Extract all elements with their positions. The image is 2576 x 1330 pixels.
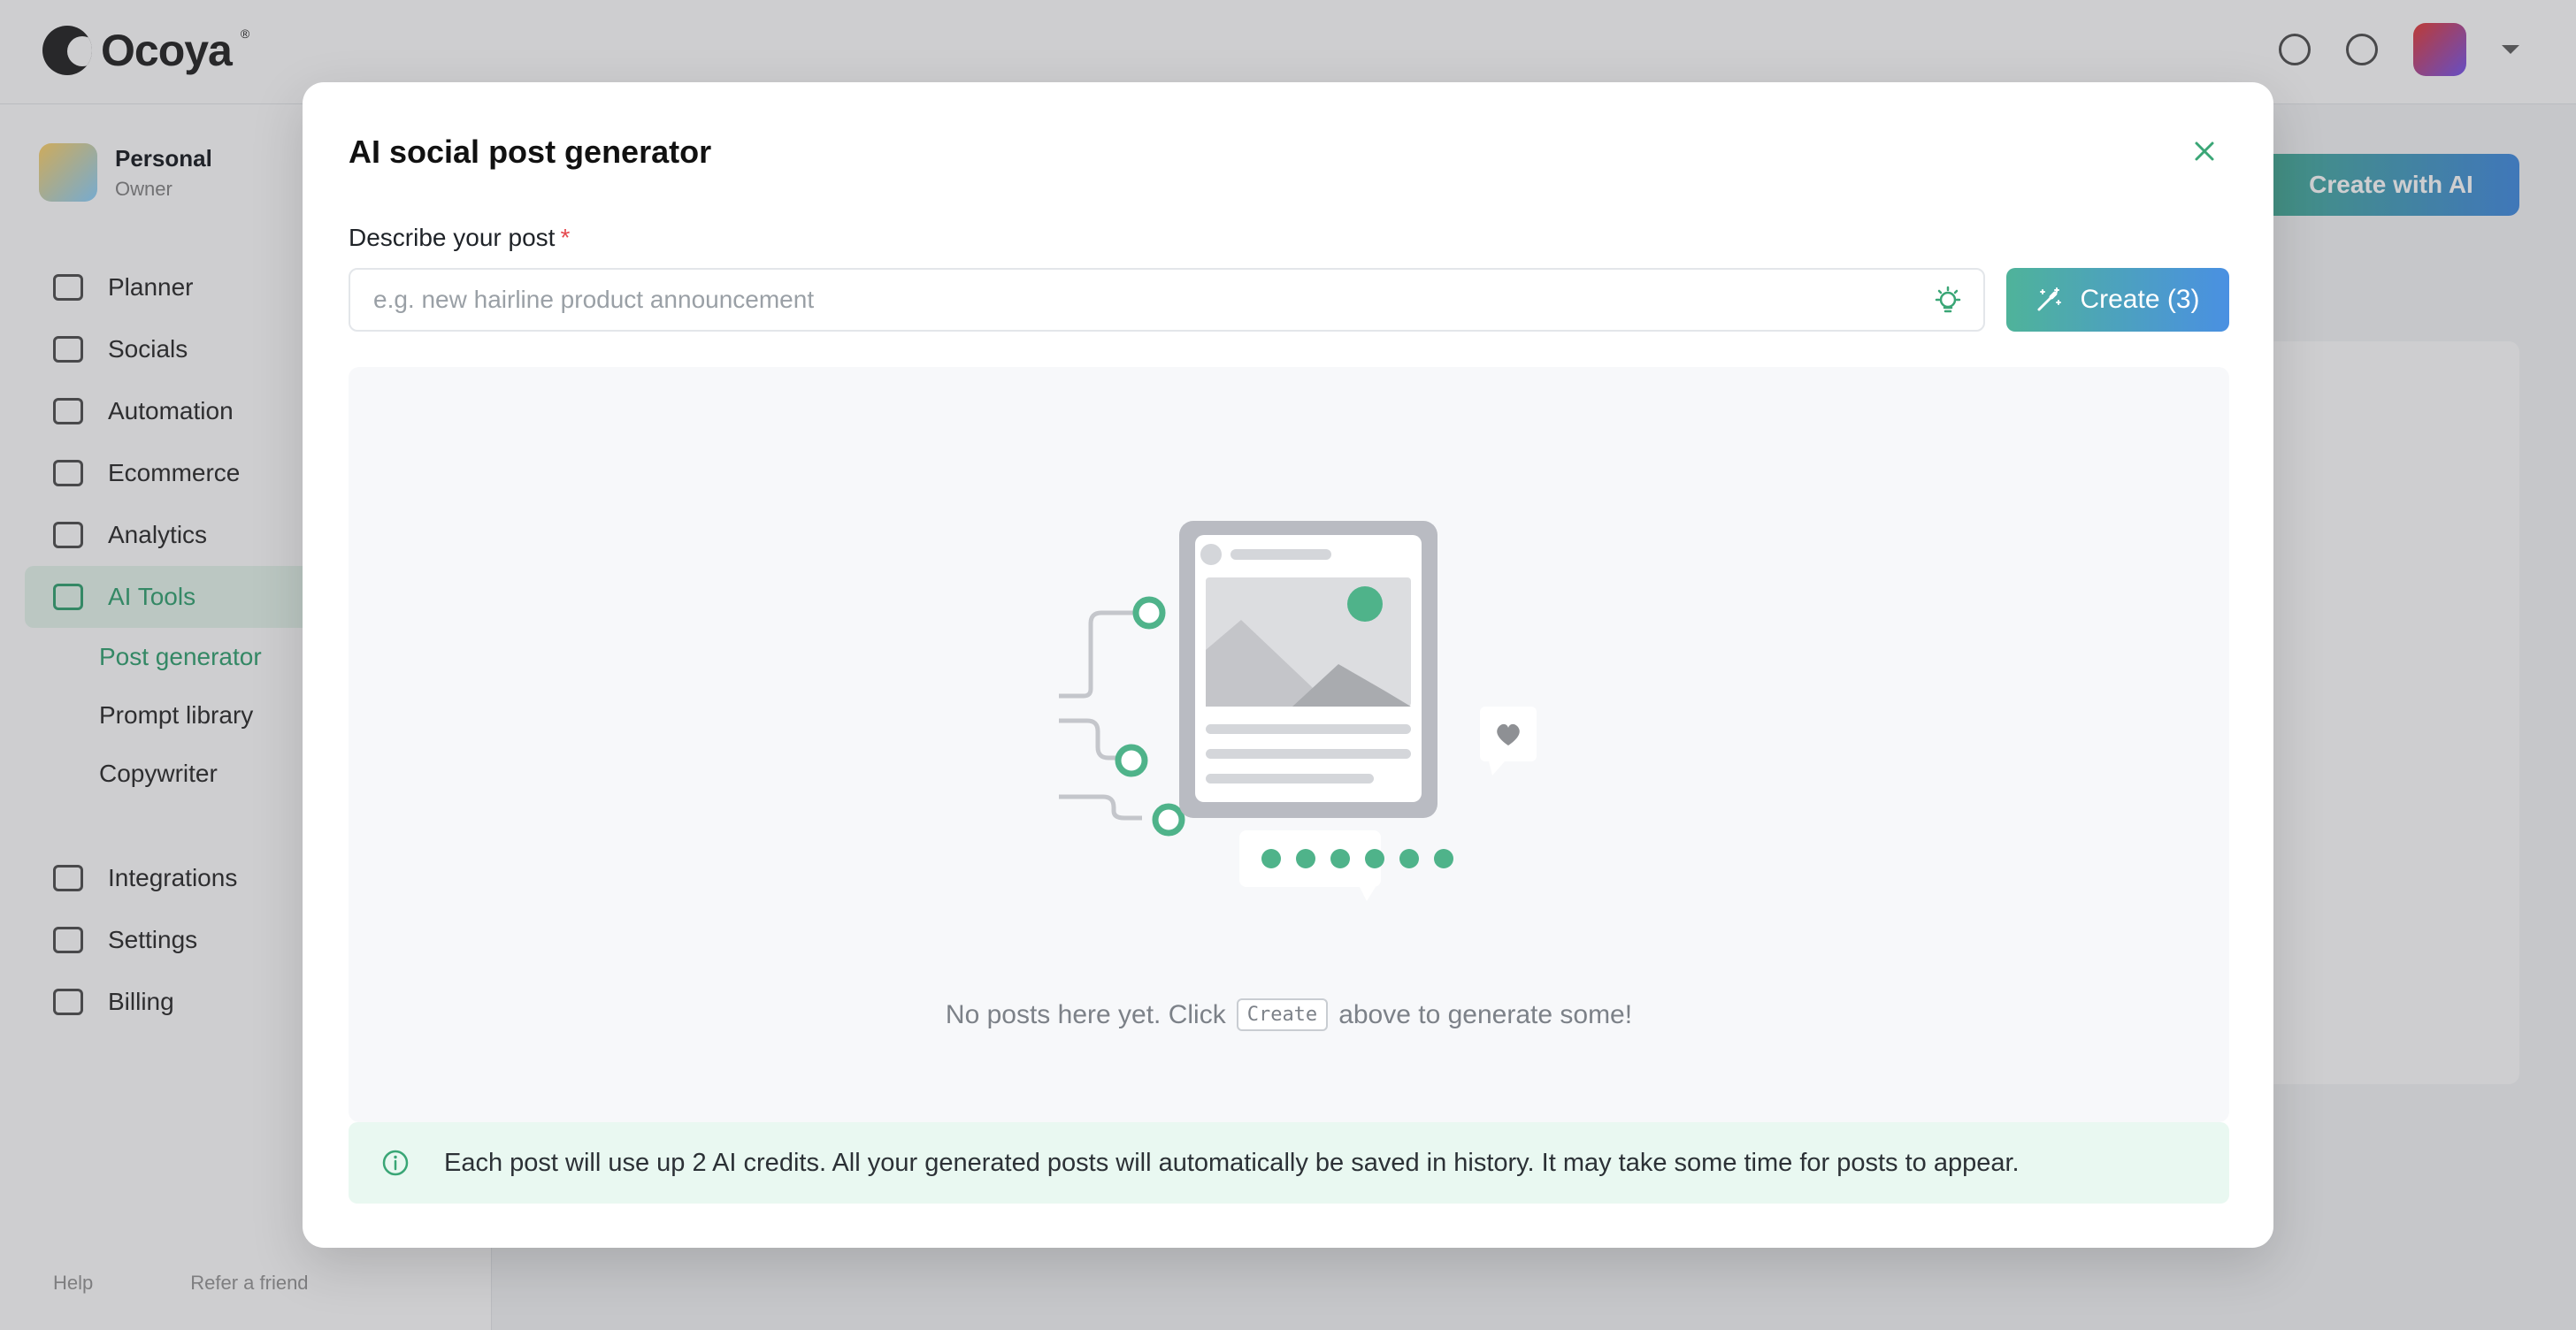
- ai-post-generator-modal: AI social post generator Describe your p…: [303, 82, 2273, 1248]
- info-icon: [382, 1150, 409, 1176]
- magic-wand-icon: [2037, 287, 2062, 311]
- credits-info-banner: Each post will use up 2 AI credits. All …: [349, 1122, 2229, 1204]
- empty-state-message: No posts here yet. Click Create above to…: [349, 998, 2229, 1031]
- lightbulb-icon[interactable]: [1932, 286, 1964, 317]
- create-keyword-chip: Create: [1236, 998, 1329, 1031]
- modal-title: AI social post generator: [349, 134, 712, 170]
- required-asterisk: *: [560, 224, 571, 251]
- close-icon[interactable]: [2192, 139, 2217, 164]
- create-button-label: Create (3): [2080, 285, 2200, 314]
- empty-posts-illustration: [1059, 521, 1537, 901]
- field-label-text: Describe your post: [349, 224, 556, 251]
- describe-post-field: [349, 268, 1985, 332]
- create-button[interactable]: Create (3): [2006, 268, 2229, 332]
- empty-state: No posts here yet. Click Create above to…: [349, 367, 2229, 1122]
- credits-info-text: Each post will use up 2 AI credits. All …: [444, 1148, 2020, 1177]
- empty-message-suffix: above to generate some!: [1338, 999, 1633, 1029]
- empty-message-prefix: No posts here yet. Click: [945, 999, 1226, 1029]
- describe-post-input[interactable]: [350, 270, 1983, 330]
- describe-post-label: Describe your post *: [349, 224, 570, 252]
